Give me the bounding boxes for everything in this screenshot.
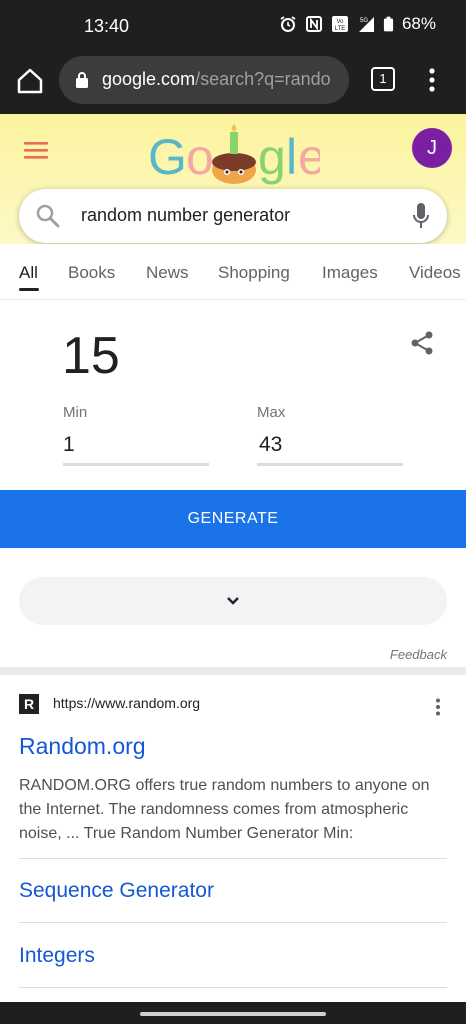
chevron-down-icon [227, 597, 239, 605]
sitelink-divider [19, 987, 447, 988]
nfc-icon [305, 16, 322, 32]
feedback-link[interactable]: Feedback [390, 647, 447, 662]
svg-text:g: g [258, 129, 286, 185]
volte-icon: VoLTE [331, 16, 348, 32]
share-icon[interactable] [409, 330, 435, 356]
svg-text:o: o [186, 129, 214, 185]
sitelink-integers[interactable]: Integers [19, 944, 95, 968]
max-label: Max [257, 404, 286, 421]
system-nav-bar [0, 1002, 466, 1024]
tab-books[interactable]: Books [68, 263, 115, 283]
url-text: google.com/search?q=rando [102, 69, 331, 90]
search-input[interactable]: random number generator [81, 205, 290, 226]
sitelink-sequence-generator[interactable]: Sequence Generator [19, 879, 214, 903]
result-url[interactable]: https://www.random.org [53, 695, 200, 711]
tab-all[interactable]: All [19, 263, 38, 283]
overflow-menu-icon[interactable] [420, 66, 444, 94]
search-tabs: All Books News Shopping Images Videos [0, 244, 466, 300]
max-input[interactable]: 43 [259, 433, 282, 457]
tab-shopping[interactable]: Shopping [218, 263, 290, 283]
status-time: 13:40 [84, 16, 130, 36]
google-doodle-logo[interactable]: G o g l e [148, 122, 320, 192]
generate-button[interactable]: GENERATE [0, 490, 466, 548]
expand-button[interactable] [19, 577, 447, 625]
result-snippet: RANDOM.ORG offers true random numbers to… [19, 777, 430, 842]
min-input-underline [63, 463, 209, 466]
tab-images[interactable]: Images [322, 263, 378, 283]
random-number-result: 15 [62, 327, 120, 385]
min-label: Min [63, 404, 88, 421]
max-input-underline [257, 463, 403, 466]
lock-icon [76, 72, 88, 88]
min-input[interactable]: 1 [63, 433, 75, 457]
sitelink-divider [19, 922, 447, 923]
svg-text:l: l [286, 129, 297, 185]
signal-5g-icon: 5G [358, 17, 374, 32]
search-icon [36, 204, 60, 228]
result-title-link[interactable]: Random.org [19, 733, 146, 760]
active-tab-indicator [19, 288, 39, 291]
hamburger-menu-icon[interactable] [24, 140, 50, 160]
battery-percent: 68% [401, 14, 436, 33]
browser-toolbar: google.com/search?q=rando 1 [0, 54, 466, 114]
tab-news[interactable]: News [146, 263, 189, 283]
section-divider [0, 667, 466, 675]
home-icon[interactable] [15, 66, 45, 96]
status-bar: 13:40 Vo LTE 5G 68% [0, 0, 466, 54]
svg-text:G: G [148, 129, 187, 185]
svg-text:e: e [298, 129, 320, 185]
url-domain: google.com [102, 69, 196, 89]
battery-icon [383, 16, 394, 32]
url-bar[interactable]: google.com/search?q=rando [59, 56, 349, 104]
more-options-icon[interactable] [435, 698, 441, 716]
home-gesture-pill[interactable] [140, 1012, 326, 1016]
tab-videos[interactable]: Videos [409, 263, 461, 283]
search-box[interactable]: random number generator [19, 189, 447, 243]
svg-text:5G: 5G [360, 18, 368, 24]
tab-switcher-button[interactable]: 1 [371, 67, 395, 91]
microphone-icon[interactable] [411, 201, 431, 231]
url-path: /search?q=rando [195, 69, 331, 89]
alarm-icon [280, 16, 296, 32]
svg-text:LTE: LTE [335, 26, 346, 32]
svg-text:Vo: Vo [336, 19, 344, 25]
sitelink-divider [19, 858, 447, 859]
site-favicon: R [19, 694, 39, 714]
status-icons: Vo LTE 5G 68% [279, 14, 436, 34]
account-avatar[interactable]: J [412, 128, 452, 168]
